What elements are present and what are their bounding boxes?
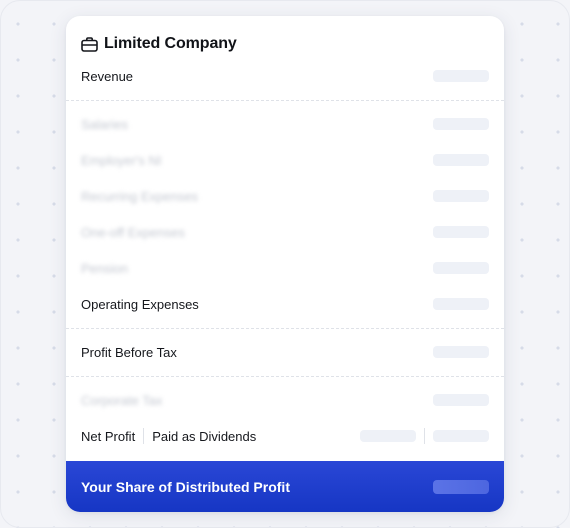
row-operating-expenses: Operating Expenses bbox=[81, 294, 489, 314]
employers-ni-value-placeholder bbox=[433, 154, 489, 166]
one-off-expenses-label: One-off Expenses bbox=[81, 224, 185, 240]
net-profit-value-placeholder bbox=[360, 430, 416, 442]
corporate-tax-value-placeholder bbox=[433, 394, 489, 406]
row-pension: Pension bbox=[81, 258, 489, 278]
distributed-profit-value-placeholder bbox=[433, 479, 489, 494]
one-off-expenses-value-placeholder bbox=[433, 226, 489, 238]
row-revenue: Revenue bbox=[81, 66, 489, 86]
label-separator bbox=[143, 428, 145, 444]
profit-before-tax-label: Profit Before Tax bbox=[81, 344, 177, 360]
net-profit-values bbox=[360, 428, 489, 444]
pension-value-placeholder bbox=[433, 262, 489, 274]
corporate-tax-label: Corporate Tax bbox=[81, 392, 163, 408]
net-profit-labels: Net Profit Paid as Dividends bbox=[81, 428, 256, 444]
salaries-label: Salaries bbox=[81, 116, 128, 132]
row-salaries: Salaries bbox=[81, 114, 489, 134]
pension-label: Pension bbox=[81, 260, 128, 276]
row-recurring-expenses: Recurring Expenses bbox=[81, 186, 489, 206]
divider bbox=[66, 376, 504, 377]
company-card: Limited Company Revenue Salaries Employe… bbox=[66, 16, 504, 512]
distributed-profit-footer: Your Share of Distributed Profit bbox=[66, 461, 504, 512]
salaries-value-placeholder bbox=[433, 118, 489, 130]
card-header: Limited Company bbox=[81, 33, 237, 55]
row-corporate-tax: Corporate Tax bbox=[81, 390, 489, 410]
briefcase-icon bbox=[81, 36, 98, 52]
value-separator bbox=[424, 428, 425, 444]
row-one-off-expenses: One-off Expenses bbox=[81, 222, 489, 242]
net-profit-label: Net Profit bbox=[81, 428, 136, 444]
row-net-profit: Net Profit Paid as Dividends bbox=[81, 426, 489, 446]
operating-expenses-value-placeholder bbox=[433, 298, 489, 310]
recurring-expenses-label: Recurring Expenses bbox=[81, 188, 199, 204]
employers-ni-label: Employer's NI bbox=[81, 152, 162, 168]
divider bbox=[66, 100, 504, 101]
divider bbox=[66, 328, 504, 329]
row-employers-ni: Employer's NI bbox=[81, 150, 489, 170]
operating-expenses-label: Operating Expenses bbox=[81, 296, 199, 312]
distributed-profit-label: Your Share of Distributed Profit bbox=[81, 478, 290, 495]
recurring-expenses-value-placeholder bbox=[433, 190, 489, 202]
revenue-label: Revenue bbox=[81, 68, 134, 84]
revenue-value-placeholder bbox=[433, 70, 489, 82]
row-profit-before-tax: Profit Before Tax bbox=[81, 342, 489, 362]
dividends-value-placeholder bbox=[433, 430, 489, 442]
card-title: Limited Company bbox=[104, 35, 237, 52]
paid-as-dividends-label: Paid as Dividends bbox=[152, 428, 257, 444]
profit-before-tax-value-placeholder bbox=[433, 346, 489, 358]
